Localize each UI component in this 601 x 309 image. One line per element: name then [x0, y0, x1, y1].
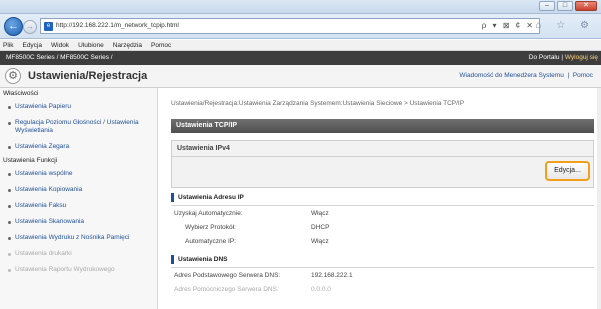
sidebar-header-properties: Właściwości [3, 90, 39, 97]
browser-address-bar: ← → e http://192.168.222.1/m_network_tcp… [0, 14, 601, 39]
url-field[interactable]: e http://192.168.222.1/m_network_tcpip.h… [40, 18, 540, 34]
dns-row-value: 192.168.222.1 [311, 272, 353, 279]
sidebar-item-copy[interactable]: Ustawienia Kopiowania [0, 182, 157, 198]
forward-arrow-icon[interactable]: → [23, 20, 37, 34]
vertical-scrollbar[interactable] [597, 88, 601, 309]
edit-button[interactable]: Edycja... [545, 161, 590, 181]
sidebar-item-scan[interactable]: Ustawienia Skanowania [0, 214, 157, 230]
minimize-button[interactable]: – [539, 1, 555, 11]
portal-link[interactable]: Do Portalu [529, 54, 560, 61]
dns-section-title: Ustawienia DNS [171, 255, 228, 264]
toolbar-icons[interactable]: ⌂ ☆ ⚙ [535, 20, 595, 31]
admin-message-link[interactable]: Wiadomość do Menedżera Systemu [459, 72, 563, 79]
sidebar-item-common[interactable]: Ustawienia wspólne [0, 166, 157, 182]
sidebar-header-functions: Ustawienia Funkcji [3, 157, 58, 164]
divider [171, 267, 594, 268]
device-bar: MF8500C Series / MF8500C Series / Do Por… [0, 51, 601, 65]
sidebar-item-paper[interactable]: Ustawienia Papieru [0, 99, 157, 115]
ip-row-label: Uzyskaj Automatycznie: [174, 210, 243, 217]
dns-row-value: 0.0.0.0 [311, 286, 331, 293]
dns-row-label: Adres Podstawowego Serwera DNS: [174, 272, 281, 279]
browser-titlebar: – □ ✕ [0, 0, 601, 14]
sidebar-item-volume-display[interactable]: Regulacja Poziomu Głośności / Ustawienia… [0, 115, 157, 139]
site-favicon-icon: e [44, 22, 53, 31]
menu-edit[interactable]: Edycja [22, 40, 42, 50]
menu-help[interactable]: Pomoc [151, 40, 171, 50]
menu-file[interactable]: Plik [3, 40, 13, 50]
device-model: MF8500C Series / MF8500C Series / [6, 54, 113, 61]
ip-row-value: DHCP [311, 224, 330, 231]
divider [172, 156, 593, 157]
ipv4-panel: Ustawienia IPv4 Edycja... [171, 140, 594, 188]
help-link[interactable]: Pomoc [573, 72, 593, 79]
sidebar-item-report[interactable]: Ustawienia Raportu Wydrukowego [0, 262, 157, 278]
menu-favorites[interactable]: Ulubione [78, 40, 104, 50]
browser-menubar: Plik Edycja Widok Ulubione Narzędzia Pom… [0, 40, 601, 51]
sidebar-item-printer[interactable]: Ustawienia drukarki [0, 246, 157, 262]
menu-tools[interactable]: Narzędzia [113, 40, 142, 50]
ip-row-label: Automatyczne IP: [185, 238, 236, 245]
logout-link[interactable]: Wyloguj się [565, 54, 598, 61]
dns-row-label: Adres Pomocniczego Serwera DNS: [174, 286, 279, 293]
back-arrow-icon[interactable]: ← [4, 17, 23, 36]
url-text[interactable]: http://192.168.222.1/m_network_tcpip.htm… [56, 22, 179, 29]
ip-row-value: Włącz [311, 210, 329, 217]
sidebar-item-media-print[interactable]: Ustawienia Wydruku z Nośnika Pamięci [0, 230, 157, 246]
breadcrumb[interactable]: Ustawienia/Rejestracja:Ustawienia Zarząd… [171, 100, 464, 107]
sidebar: Właściwości Ustawienia Papieru Regulacja… [0, 88, 158, 309]
menu-view[interactable]: Widok [51, 40, 69, 50]
main-content: Ustawienia/Rejestracja:Ustawienia Zarząd… [159, 88, 601, 309]
header-links: Wiadomość do Menedżera Systemu | Pomoc [459, 72, 593, 79]
sidebar-item-clock[interactable]: Ustawienia Zegara [0, 139, 157, 155]
url-controls[interactable]: ρ ▾ ⊠ ¢ ✕ [482, 21, 535, 30]
ip-row-label: Wybierz Protokół: [185, 224, 236, 231]
section-title: Ustawienia TCP/IP [171, 119, 594, 133]
window-controls: – □ ✕ [539, 1, 597, 11]
ip-address-section-title: Ustawienia Adresu IP [171, 193, 244, 202]
sidebar-item-fax[interactable]: Ustawienia Faksu [0, 198, 157, 214]
device-links: Do Portalu | Wyloguj się [528, 54, 598, 61]
divider [171, 205, 594, 206]
page-header: ⚙ Ustawienia/Rejestracja Wiadomość do Me… [0, 65, 601, 88]
close-button[interactable]: ✕ [575, 1, 597, 11]
maximize-button[interactable]: □ [557, 1, 573, 11]
ip-row-value: Włącz [311, 238, 329, 245]
ipv4-title: Ustawienia IPv4 [177, 145, 230, 152]
settings-gear-icon: ⚙ [5, 68, 21, 84]
page-title: Ustawienia/Rejestracja [28, 70, 148, 82]
